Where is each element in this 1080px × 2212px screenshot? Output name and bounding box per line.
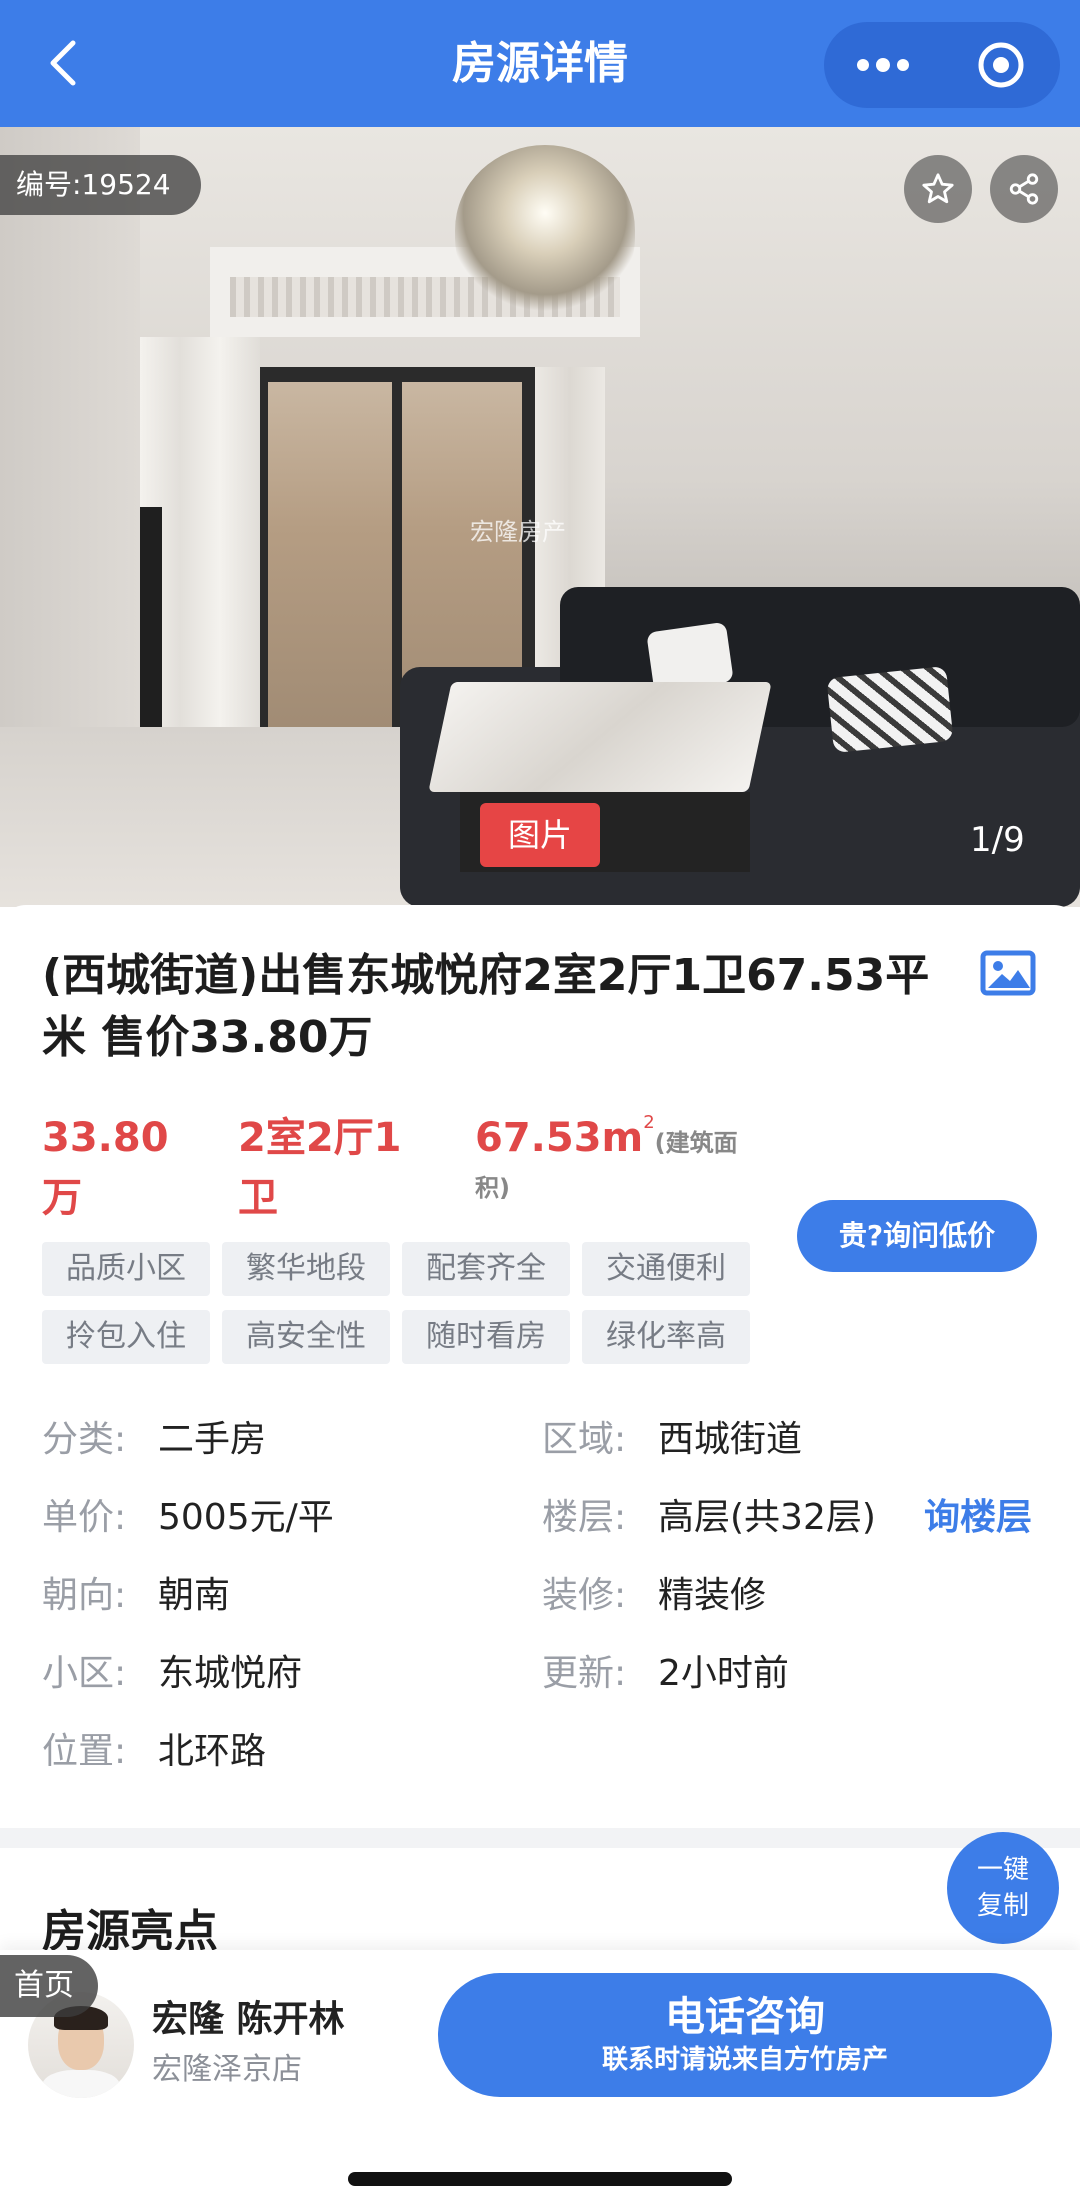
detail-row: 单价: 5005元/平 楼层: 高层(共32层) 询楼层 — [42, 1488, 1042, 1566]
copy-label-line1: 一键 — [976, 1855, 1029, 1885]
agent-name: 宏隆 陈开林 — [152, 1999, 345, 2040]
feature-tag: 绿化率高 — [582, 1310, 750, 1364]
agent-store: 宏隆泽京店 — [152, 2052, 302, 2087]
share-button[interactable] — [990, 155, 1058, 223]
listing-title: (西城街道)出售东城悦府2室2厅1卫67.53平米 售价33.80万 — [42, 950, 930, 1063]
community-label: 小区: — [42, 1653, 127, 1694]
gallery-button[interactable] — [980, 950, 1040, 1000]
orientation-label: 朝向: — [42, 1575, 127, 1616]
price-value: 33.80万 — [42, 1115, 169, 1221]
unit-price-label: 单价: — [42, 1497, 127, 1538]
call-button-label: 电话咨询 — [665, 1994, 825, 2040]
community-value: 东城悦府 — [158, 1653, 303, 1694]
photo-watermark: 宏隆房产 — [470, 518, 566, 546]
favorite-button[interactable] — [904, 155, 972, 223]
detail-row: 位置: 北环路 — [42, 1722, 1042, 1800]
orientation-value: 朝南 — [158, 1575, 231, 1616]
one-click-copy-button[interactable]: 一键 复制 — [947, 1832, 1059, 1944]
section-divider — [0, 1828, 1080, 1848]
area-value: 67.53m2(建筑面积) — [475, 1108, 755, 1203]
feature-tag: 拎包入住 — [42, 1310, 210, 1364]
district-label: 区域: — [542, 1419, 627, 1460]
category-label: 分类: — [42, 1419, 127, 1460]
floor-label: 楼层: — [542, 1497, 627, 1538]
feature-tag: 高安全性 — [222, 1310, 390, 1364]
district-value: 西城街道 — [658, 1419, 803, 1460]
phone-consult-button[interactable]: 电话咨询 联系时请说来自方竹房产 — [438, 1973, 1052, 2097]
inquire-low-price-button[interactable]: 贵?询问低价 — [797, 1200, 1037, 1272]
share-icon — [1009, 173, 1039, 205]
feature-tag: 繁华地段 — [222, 1242, 390, 1296]
area-superscript: 2 — [643, 1112, 655, 1133]
close-miniprogram-button[interactable] — [942, 22, 1060, 108]
feature-tags: 品质小区 繁华地段 配套齐全 交通便利 拎包入住 高安全性 随时看房 绿化率高 — [42, 1242, 762, 1364]
feature-tag: 随时看房 — [402, 1310, 570, 1364]
listing-id-badge: 编号:19524 — [0, 155, 201, 215]
nav-header: 房源详情 — [0, 0, 1080, 127]
detail-row: 小区: 东城悦府 更新: 2小时前 — [42, 1644, 1042, 1722]
more-button[interactable] — [824, 22, 942, 108]
decoration-value: 精装修 — [658, 1575, 767, 1616]
miniprogram-capsule — [824, 22, 1060, 108]
listing-photo[interactable]: 宏隆房产 — [0, 127, 1080, 907]
copy-label-line2: 复制 — [976, 1891, 1029, 1921]
chandelier — [455, 145, 635, 315]
location-value: 北环路 — [158, 1731, 267, 1772]
detail-grid: 分类: 二手房 区域: 西城街道 单价: 5005元/平 楼层: 高层(共32层… — [42, 1410, 1042, 1800]
home-indicator — [348, 2172, 732, 2186]
location-label: 位置: — [42, 1731, 127, 1772]
feature-tag: 交通便利 — [582, 1242, 750, 1296]
image-icon — [980, 950, 1036, 996]
updated-label: 更新: — [542, 1653, 627, 1694]
layout-value: 2室2厅1卫 — [238, 1115, 402, 1221]
photo-counter: 1/9 — [970, 820, 1025, 860]
feature-tag: 配套齐全 — [402, 1242, 570, 1296]
unit-price-value: 5005元/平 — [158, 1497, 334, 1538]
ask-floor-link[interactable]: 询楼层 — [924, 1488, 1032, 1548]
floor-value: 高层(共32层) — [658, 1497, 876, 1538]
star-icon — [922, 173, 954, 204]
feature-tag: 品质小区 — [42, 1242, 210, 1296]
detail-row: 分类: 二手房 区域: 西城街道 — [42, 1410, 1042, 1488]
target-circle-icon — [978, 42, 1024, 88]
area-number: 67.53m — [475, 1115, 644, 1161]
more-dots-icon — [857, 58, 909, 72]
home-button[interactable]: 首页 — [0, 1955, 98, 2017]
call-button-subtitle: 联系时请说来自方竹房产 — [601, 2045, 888, 2075]
updated-value: 2小时前 — [658, 1653, 789, 1694]
detail-row: 朝向: 朝南 装修: 精装修 — [42, 1566, 1042, 1644]
photo-tab[interactable]: 图片 — [480, 803, 600, 867]
category-value: 二手房 — [158, 1419, 267, 1460]
decoration-label: 装修: — [542, 1575, 627, 1616]
